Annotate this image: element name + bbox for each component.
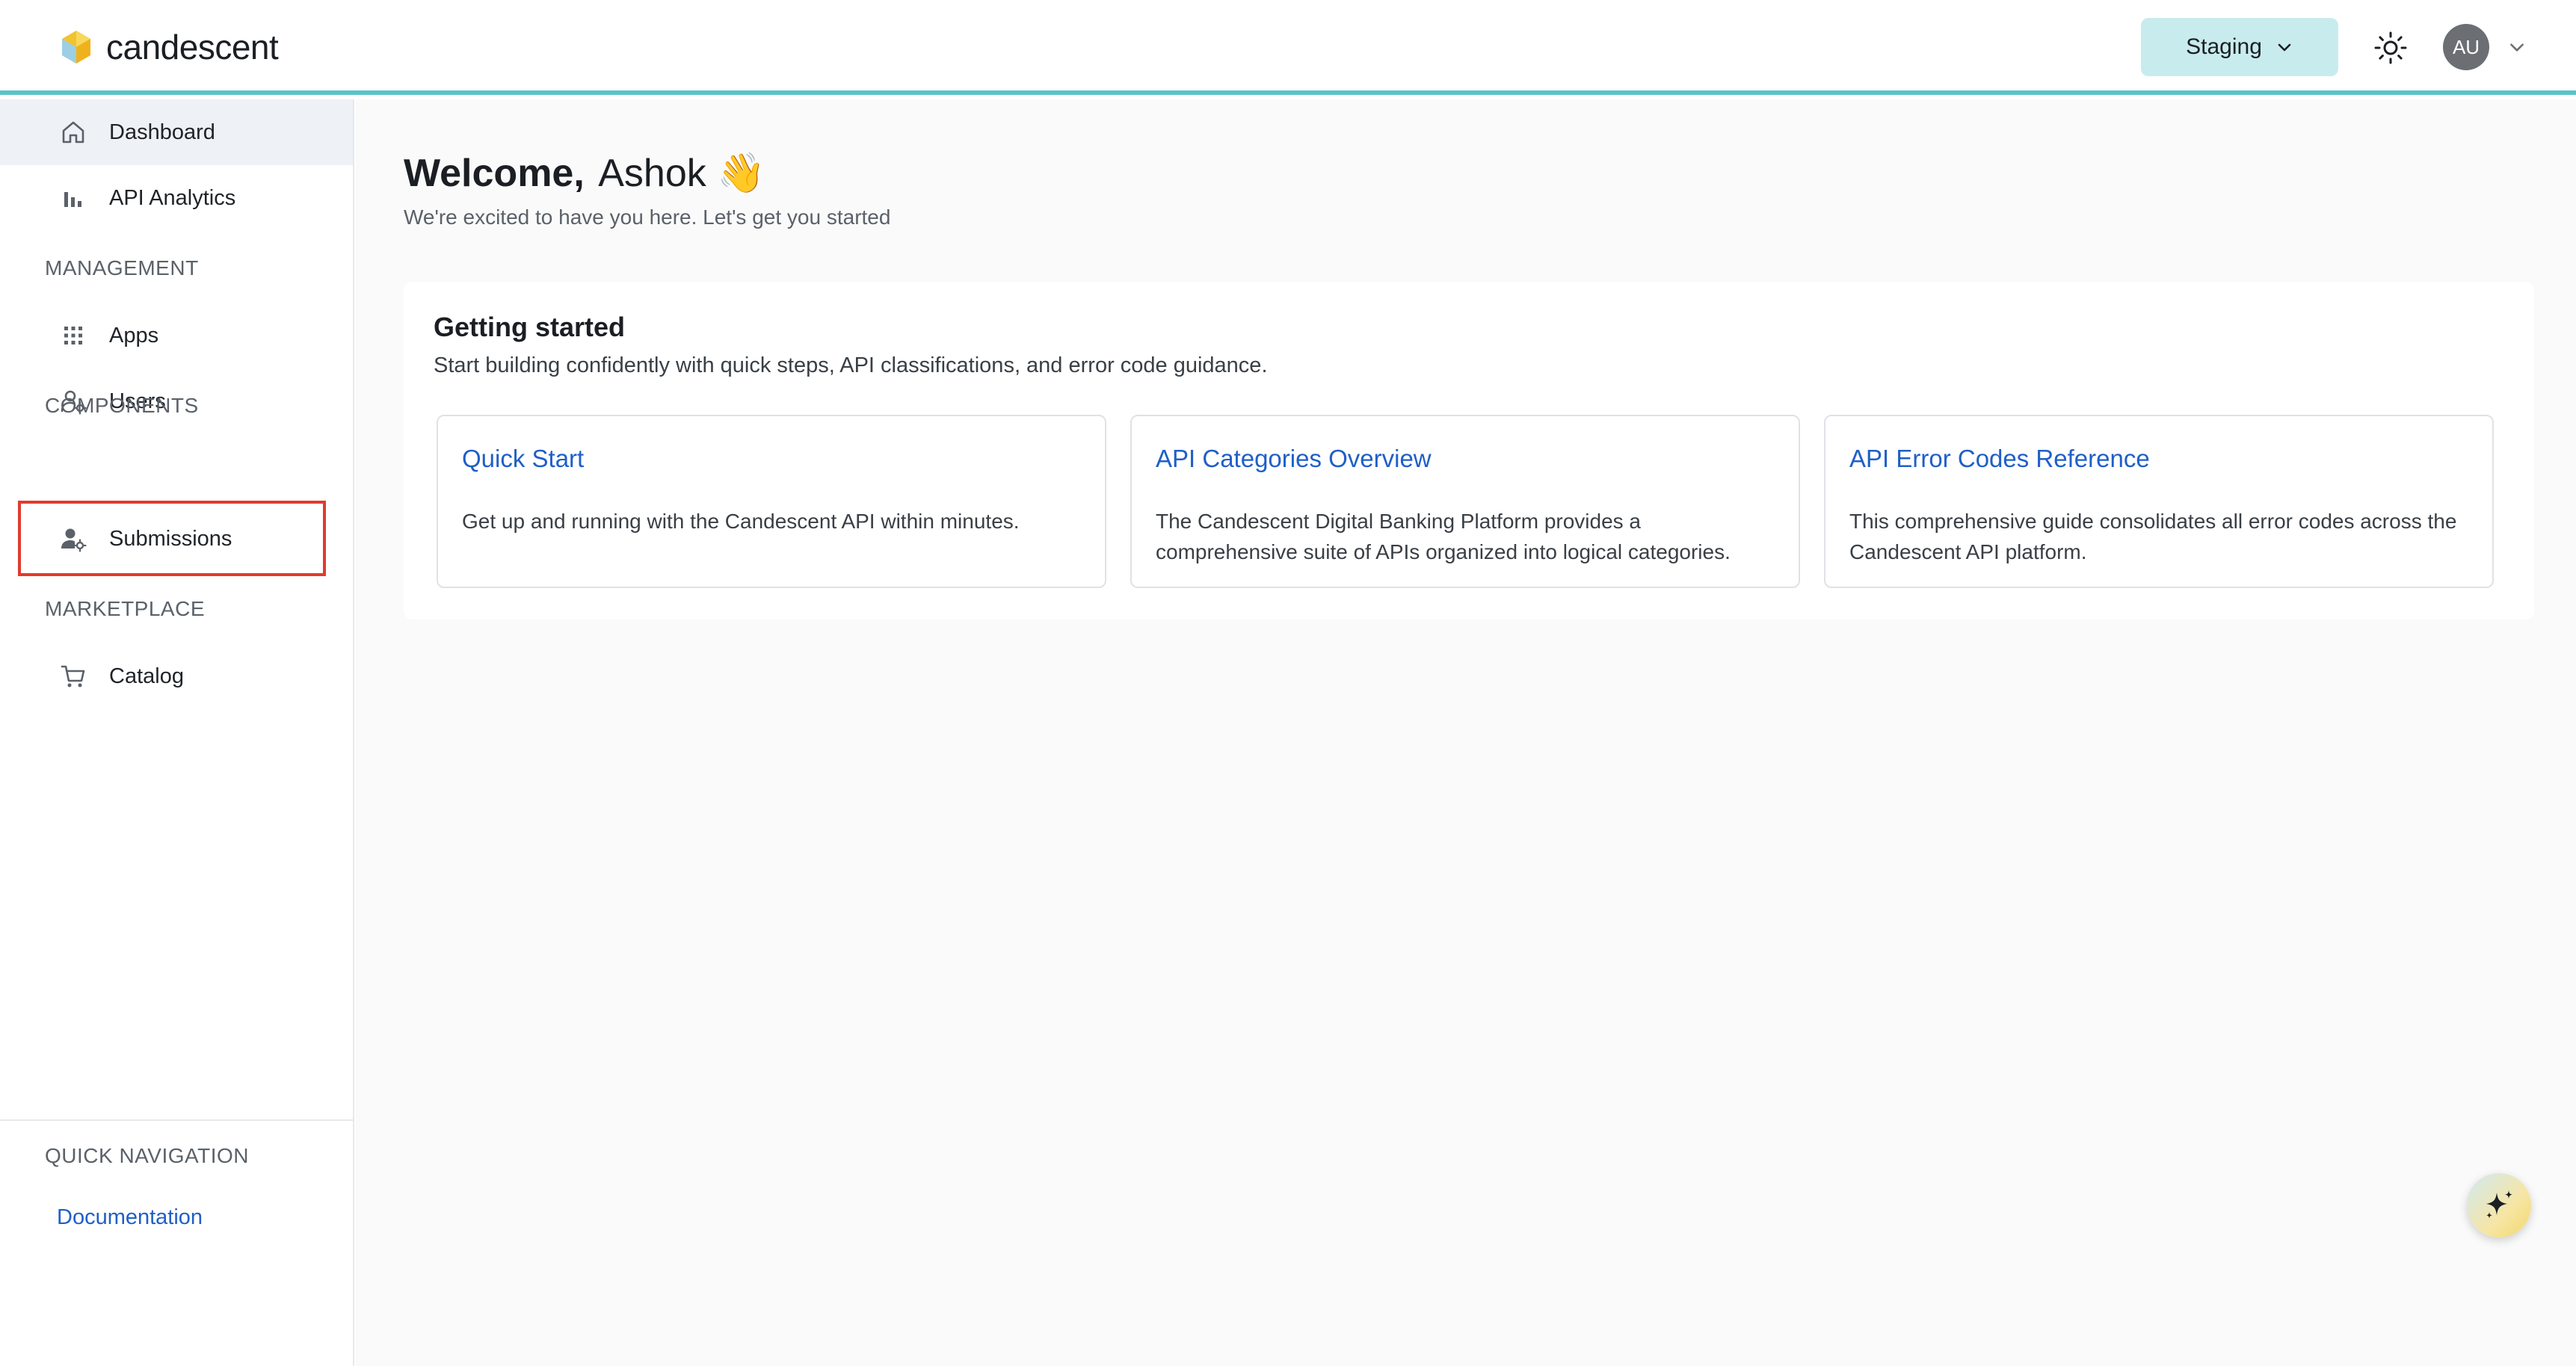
grid-icon xyxy=(64,327,82,344)
section-heading-components: COMPONENTS xyxy=(45,394,199,417)
sidebar-item-api-analytics[interactable]: API Analytics xyxy=(0,165,353,231)
chevron-down-icon xyxy=(2278,43,2291,52)
card-api-error-codes[interactable]: API Error Codes Reference This comprehen… xyxy=(1824,415,2494,588)
sparkle-icon xyxy=(2486,1190,2512,1219)
welcome-label: Welcome, xyxy=(404,152,585,195)
user-name: Ashok xyxy=(598,152,706,195)
highlight-annotation xyxy=(18,501,326,576)
page-subtitle: We're excited to have you here. Let's ge… xyxy=(404,205,891,229)
chevron-down-icon[interactable] xyxy=(2507,37,2527,57)
card-description: Get up and running with the Candescent A… xyxy=(462,510,1020,533)
card-title[interactable]: API Categories Overview xyxy=(1156,445,1432,473)
card-description: The Candescent Digital Banking Platform … xyxy=(1156,510,1731,563)
environment-dropdown[interactable]: Staging xyxy=(2141,18,2338,76)
user-avatar[interactable]: AU xyxy=(2443,24,2489,70)
logo-mark-icon xyxy=(62,31,90,64)
brand-logo[interactable]: candescent xyxy=(60,27,279,67)
panel-title: Getting started xyxy=(434,312,626,342)
home-icon xyxy=(62,121,84,143)
getting-started-panel: Getting started Start building confident… xyxy=(404,282,2534,619)
sun-icon[interactable] xyxy=(2373,30,2409,66)
sidebar: Dashboard API Analytics MANAGEMENT Apps xyxy=(0,99,354,1366)
main-content: Welcome, Ashok 👋 We're excited to have y… xyxy=(356,99,2576,1366)
panel-subtitle: Start building confidently with quick st… xyxy=(434,353,1268,377)
sidebar-item-label: Dashboard xyxy=(109,120,215,144)
sidebar-item-catalog[interactable]: Catalog xyxy=(0,643,353,709)
sidebar-item-apps[interactable]: Apps xyxy=(0,303,353,368)
card-description: This comprehensive guide consolidates al… xyxy=(1849,510,2457,563)
sidebar-item-label: Apps xyxy=(109,323,159,347)
environment-label: Staging xyxy=(2186,34,2262,59)
section-heading-quick-navigation: QUICK NAVIGATION xyxy=(45,1144,249,1167)
cart-icon xyxy=(61,665,85,687)
sidebar-item-label: Catalog xyxy=(109,664,184,688)
wave-emoji: 👋 xyxy=(717,152,765,195)
card-title[interactable]: API Error Codes Reference xyxy=(1849,445,2150,473)
sidebar-divider xyxy=(0,1119,353,1121)
section-heading-management: MANAGEMENT xyxy=(45,256,199,279)
documentation-link[interactable]: Documentation xyxy=(57,1205,203,1230)
bar-chart-icon xyxy=(64,192,81,207)
sidebar-item-label: API Analytics xyxy=(109,185,236,210)
top-header: candescent Staging AU xyxy=(0,0,2576,95)
card-api-categories[interactable]: API Categories Overview The Candescent D… xyxy=(1130,415,1800,588)
sidebar-item-dashboard[interactable]: Dashboard xyxy=(0,99,353,165)
card-quick-start[interactable]: Quick Start Get up and running with the … xyxy=(437,415,1106,588)
card-title[interactable]: Quick Start xyxy=(462,445,584,473)
brand-name: candescent xyxy=(106,28,279,67)
assistant-button[interactable] xyxy=(2467,1173,2531,1237)
page-title: Welcome, Ashok 👋 xyxy=(404,150,765,196)
section-heading-marketplace: MARKETPLACE xyxy=(45,597,205,620)
